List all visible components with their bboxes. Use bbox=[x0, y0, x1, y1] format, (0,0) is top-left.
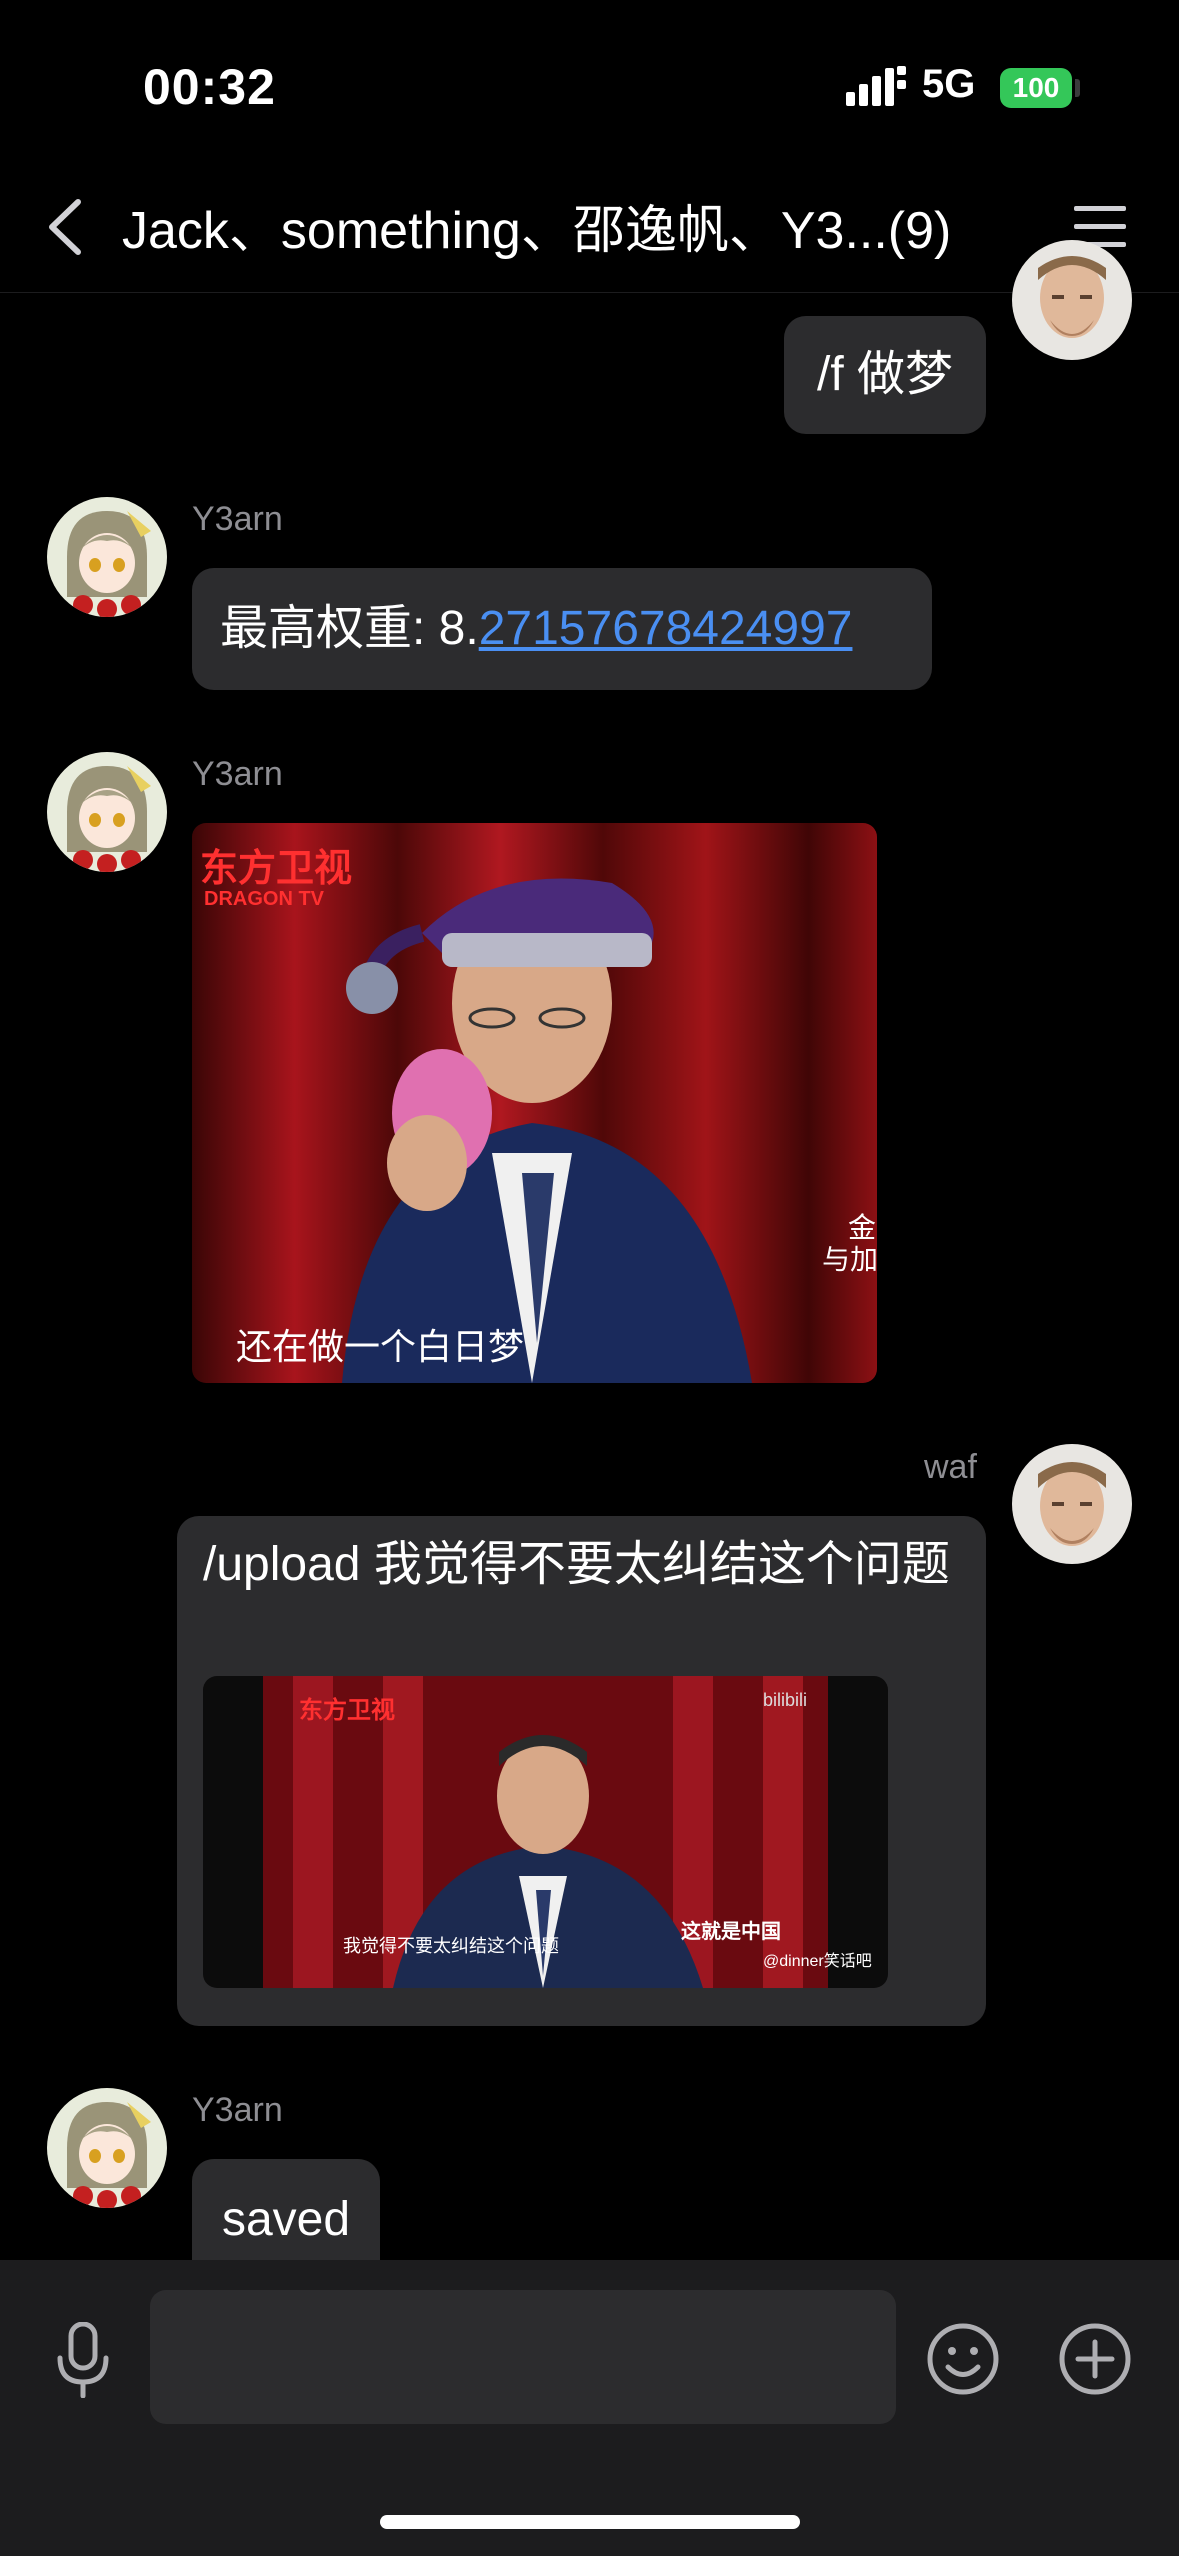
waf-avatar[interactable] bbox=[1012, 1444, 1132, 1564]
message-text: /upload 我觉得不要太纠结这个问题 bbox=[203, 1538, 950, 1591]
add-icon[interactable] bbox=[1058, 2322, 1132, 2396]
man-portrait-icon bbox=[1012, 1444, 1132, 1564]
anime-girl-avatar-icon bbox=[47, 497, 167, 617]
anime-girl-avatar-icon bbox=[47, 2088, 167, 2208]
video-message[interactable]: 东方卫视 bilibili 我觉得不要太纠结这个问题 这就是中国 @dinner… bbox=[203, 1676, 888, 1988]
message-bubble[interactable]: /f 做梦 bbox=[784, 316, 986, 434]
network-label: 5G bbox=[922, 62, 976, 106]
microphone-icon[interactable] bbox=[52, 2322, 114, 2398]
corner-mark: bilibili bbox=[763, 1690, 807, 1710]
video-subtitle: 我觉得不要太纠结这个问题 bbox=[343, 1936, 559, 1956]
status-time: 00:32 bbox=[143, 59, 276, 115]
y3arn-avatar[interactable] bbox=[47, 2088, 167, 2208]
show-name: 这就是中国 bbox=[681, 1919, 781, 1943]
message-input[interactable] bbox=[150, 2290, 896, 2424]
battery-indicator: 100 bbox=[1000, 68, 1072, 108]
anime-girl-avatar-icon bbox=[47, 752, 167, 872]
video-thumbnail: 东方卫视 bilibili 我觉得不要太纠结这个问题 这就是中国 @dinner… bbox=[203, 1676, 888, 1988]
sender-name: Y3arn bbox=[192, 2091, 283, 2129]
home-indicator bbox=[380, 2515, 800, 2529]
nav-divider bbox=[0, 292, 1179, 293]
message-bubble[interactable]: 最高权重: 8.27157678424997 bbox=[192, 568, 932, 690]
image-message[interactable]: 东方卫视 DRAGON TV 金 与加 还在做一个白日梦 bbox=[192, 823, 877, 1383]
video-watermark: @dinner笑话吧 bbox=[763, 1952, 872, 1970]
sender-name: waf bbox=[924, 1448, 977, 1486]
y3arn-avatar[interactable] bbox=[47, 497, 167, 617]
signal-icon bbox=[846, 66, 906, 106]
back-chevron-icon[interactable] bbox=[42, 196, 88, 258]
message-text: 最高权重: 8. bbox=[220, 602, 479, 655]
sender-name: Y3arn bbox=[192, 755, 283, 793]
meme-image: 东方卫视 DRAGON TV 金 与加 还在做一个白日梦 bbox=[192, 823, 877, 1383]
battery-tip bbox=[1075, 79, 1080, 97]
side-text: 金 bbox=[848, 1212, 876, 1243]
tv-logo-sub: DRAGON TV bbox=[204, 888, 325, 910]
image-caption: 还在做一个白日梦 bbox=[236, 1326, 524, 1367]
message-text: saved bbox=[221, 2193, 351, 2246]
emoji-icon[interactable] bbox=[926, 2322, 1000, 2396]
sender-name: Y3arn bbox=[192, 500, 283, 538]
message-text: /f 做梦 bbox=[816, 348, 953, 401]
tv-logo: 东方卫视 bbox=[200, 848, 352, 890]
side-text: 与加 bbox=[822, 1244, 877, 1275]
tv-logo: 东方卫视 bbox=[299, 1696, 395, 1724]
my-avatar[interactable] bbox=[1012, 240, 1132, 360]
message-link[interactable]: 27157678424997 bbox=[479, 602, 853, 655]
chat-title[interactable]: Jack、something、邵逸帆、Y3...(9) bbox=[122, 188, 951, 263]
y3arn-avatar[interactable] bbox=[47, 752, 167, 872]
man-portrait-icon bbox=[1012, 240, 1132, 360]
